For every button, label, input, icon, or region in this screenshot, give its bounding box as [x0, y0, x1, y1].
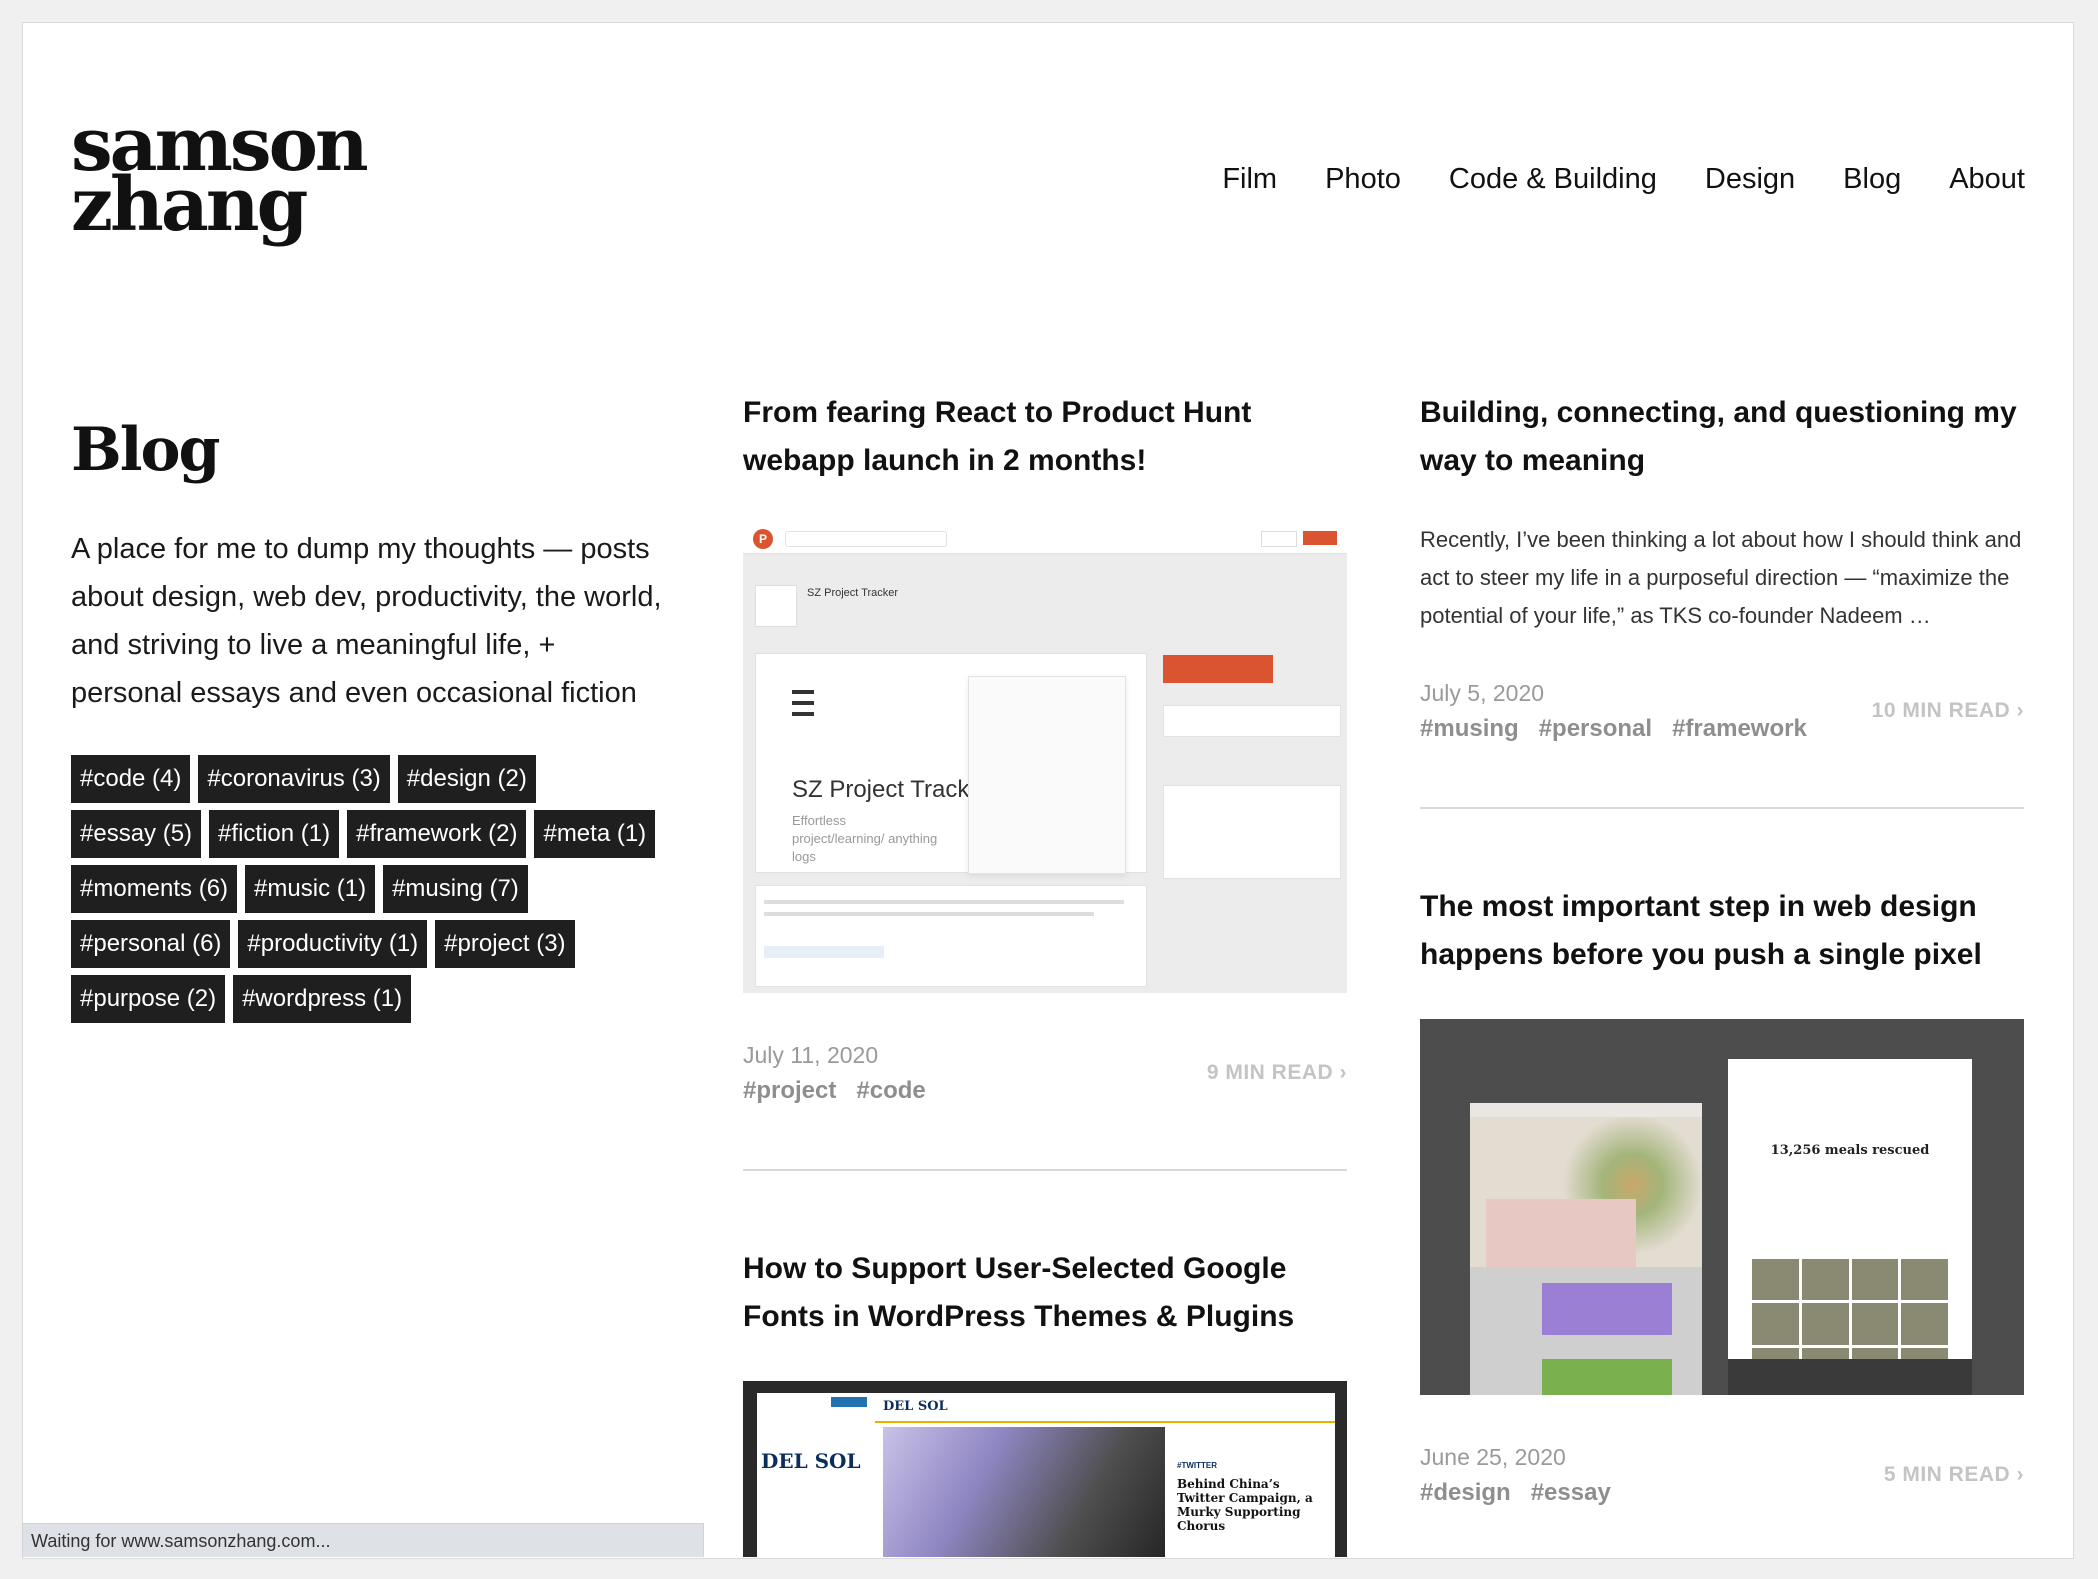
- tag-productivity[interactable]: #productivity (1): [238, 920, 428, 968]
- post-title[interactable]: How to Support User-Selected Google Font…: [743, 1245, 1347, 1341]
- product-hunt-logo-icon: P: [753, 529, 773, 549]
- read-time-link[interactable]: 10 MIN READ ›: [1872, 699, 2024, 723]
- post-date: July 11, 2020: [743, 1042, 879, 1068]
- post-card: Building, connecting, and questioning my…: [1420, 389, 2024, 809]
- post-meta: June 25, 2020 #design #essay 5 MIN READ …: [1420, 1439, 2024, 1511]
- thumb-footer: [1728, 1359, 1972, 1395]
- thumb-publish-button: [831, 1397, 867, 1407]
- thumb-makers-box: [1163, 785, 1341, 879]
- nav-photo[interactable]: Photo: [1325, 163, 1401, 196]
- browser-viewport: samson zhang Film Photo Code & Building …: [22, 22, 2074, 1559]
- thumb-app-subtitle: Effortless project/learning/ anything lo…: [792, 813, 938, 864]
- post-title[interactable]: Building, connecting, and questioning my…: [1420, 389, 2024, 485]
- tag-design[interactable]: #design (2): [397, 755, 536, 803]
- thumb-hero-photo: [883, 1427, 1165, 1557]
- post-excerpt: Recently, I’ve been thinking a lot about…: [1420, 527, 2022, 628]
- thumb-panel-brand: DEL SOL: [761, 1449, 861, 1473]
- post-meta: July 11, 2020 #project #code 9 MIN READ …: [743, 1037, 1347, 1109]
- post-tag[interactable]: #design: [1420, 1475, 1511, 1511]
- thumb-signup-button: [1303, 531, 1337, 545]
- thumb-intro-box: [1486, 1199, 1636, 1267]
- tag-project[interactable]: #project (3): [435, 920, 575, 968]
- post-divider: [743, 1169, 1347, 1171]
- thumb-website-box: [1163, 705, 1341, 737]
- nav-design[interactable]: Design: [1705, 163, 1795, 196]
- thumb-site-preview: DEL SOL #TWITTER Behind China’s Twitter …: [875, 1393, 1335, 1557]
- thumb-headline: Behind China’s Twitter Campaign, a Murky…: [1177, 1477, 1313, 1533]
- browser-status-bar: Waiting for www.samsonzhang.com...: [22, 1523, 704, 1557]
- post-column-left: From fearing React to Product Hunt webap…: [743, 389, 1347, 1557]
- tag-meta[interactable]: #meta (1): [534, 810, 656, 858]
- thumb-site-mockup-right: 13,256 meals rescued: [1728, 1059, 1972, 1395]
- tag-essay[interactable]: #essay (5): [71, 810, 202, 858]
- post-tag[interactable]: #personal: [1539, 711, 1652, 747]
- tag-fiction[interactable]: #fiction (1): [209, 810, 340, 858]
- site-logo[interactable]: samson zhang: [71, 108, 369, 242]
- post-divider: [1420, 807, 2024, 809]
- post-thumbnail[interactable]: P SZ Project Tracker SZ Project Tracker …: [743, 525, 1347, 993]
- tag-framework[interactable]: #framework (2): [347, 810, 527, 858]
- tag-code[interactable]: #code (4): [71, 755, 191, 803]
- post-tag[interactable]: #musing: [1420, 711, 1519, 747]
- tag-coronavirus[interactable]: #coronavirus (3): [198, 755, 390, 803]
- post-tag[interactable]: #project: [743, 1073, 836, 1109]
- post-tag[interactable]: #code: [856, 1073, 925, 1109]
- tag-personal[interactable]: #personal (6): [71, 920, 231, 968]
- thumb-upvote-button: [1163, 655, 1273, 683]
- main-nav: Film Photo Code & Building Design Blog A…: [1222, 163, 2025, 196]
- post-date: July 5, 2020: [1420, 680, 1545, 706]
- thumb-login-button: [1261, 531, 1297, 547]
- read-time-link[interactable]: 5 MIN READ ›: [1884, 1463, 2024, 1487]
- post-column-right: Building, connecting, and questioning my…: [1420, 389, 2024, 1511]
- thumb-app-screenshot: [968, 676, 1126, 874]
- post-card: The most important step in web design ha…: [1420, 883, 2024, 1511]
- blog-sidebar: Blog A place for me to dump my thoughts …: [71, 413, 691, 1023]
- nav-blog[interactable]: Blog: [1843, 163, 1901, 196]
- post-meta: July 5, 2020 #musing #personal #framewor…: [1420, 675, 2024, 747]
- nav-film[interactable]: Film: [1222, 163, 1277, 196]
- thumb-description-box: [755, 885, 1147, 987]
- tag-musing[interactable]: #musing (7): [383, 865, 528, 913]
- thumb-app-icon: [755, 585, 797, 627]
- post-title[interactable]: From fearing React to Product Hunt webap…: [743, 389, 1347, 485]
- thumb-site-mockup-left: [1470, 1103, 1702, 1395]
- post-thumbnail[interactable]: DEL SOL DEL SOL #TWITTER Behind China’s …: [743, 1381, 1347, 1557]
- thumb-customizer-panel: DEL SOL: [757, 1393, 875, 1557]
- tag-wordpress[interactable]: #wordpress (1): [233, 975, 412, 1023]
- thumb-category-label: #TWITTER: [1177, 1461, 1217, 1470]
- tag-moments[interactable]: #moments (6): [71, 865, 238, 913]
- thumb-site-brand: DEL SOL: [883, 1399, 948, 1414]
- thumb-gallery-card: SZ Project Tracker Effortless project/le…: [755, 653, 1147, 874]
- read-time-link[interactable]: 9 MIN READ ›: [1207, 1061, 1347, 1085]
- thumb-app-title: SZ Project Tracker: [792, 776, 991, 803]
- blog-intro: A place for me to dump my thoughts — pos…: [71, 533, 662, 709]
- tag-purpose[interactable]: #purpose (2): [71, 975, 226, 1023]
- hamburger-icon: [792, 690, 814, 716]
- thumb-meals-heading: 13,256 meals rescued: [1770, 1143, 1930, 1158]
- thumb-app-name: SZ Project Tracker: [807, 587, 899, 599]
- post-title[interactable]: The most important step in web design ha…: [1420, 883, 2024, 979]
- thumb-purple-box: [1542, 1283, 1672, 1335]
- nav-code-building[interactable]: Code & Building: [1449, 163, 1657, 196]
- post-date: June 25, 2020: [1420, 1444, 1566, 1470]
- post-thumbnail[interactable]: 13,256 meals rescued: [1420, 1019, 2024, 1395]
- post-card: How to Support User-Selected Google Font…: [743, 1245, 1347, 1557]
- page-title: Blog: [71, 415, 220, 485]
- nav-about[interactable]: About: [1949, 163, 2025, 196]
- thumb-search-box: [785, 531, 947, 547]
- post-tag[interactable]: #framework: [1672, 711, 1807, 747]
- post-tag[interactable]: #essay: [1531, 1475, 1611, 1511]
- thumb-green-box: [1542, 1359, 1672, 1395]
- tag-music[interactable]: #music (1): [245, 865, 376, 913]
- tag-cloud: #code (4) #coronavirus (3) #design (2) #…: [71, 755, 671, 1023]
- thumb-accent-bar: [875, 1421, 1335, 1423]
- post-card: From fearing React to Product Hunt webap…: [743, 389, 1347, 1171]
